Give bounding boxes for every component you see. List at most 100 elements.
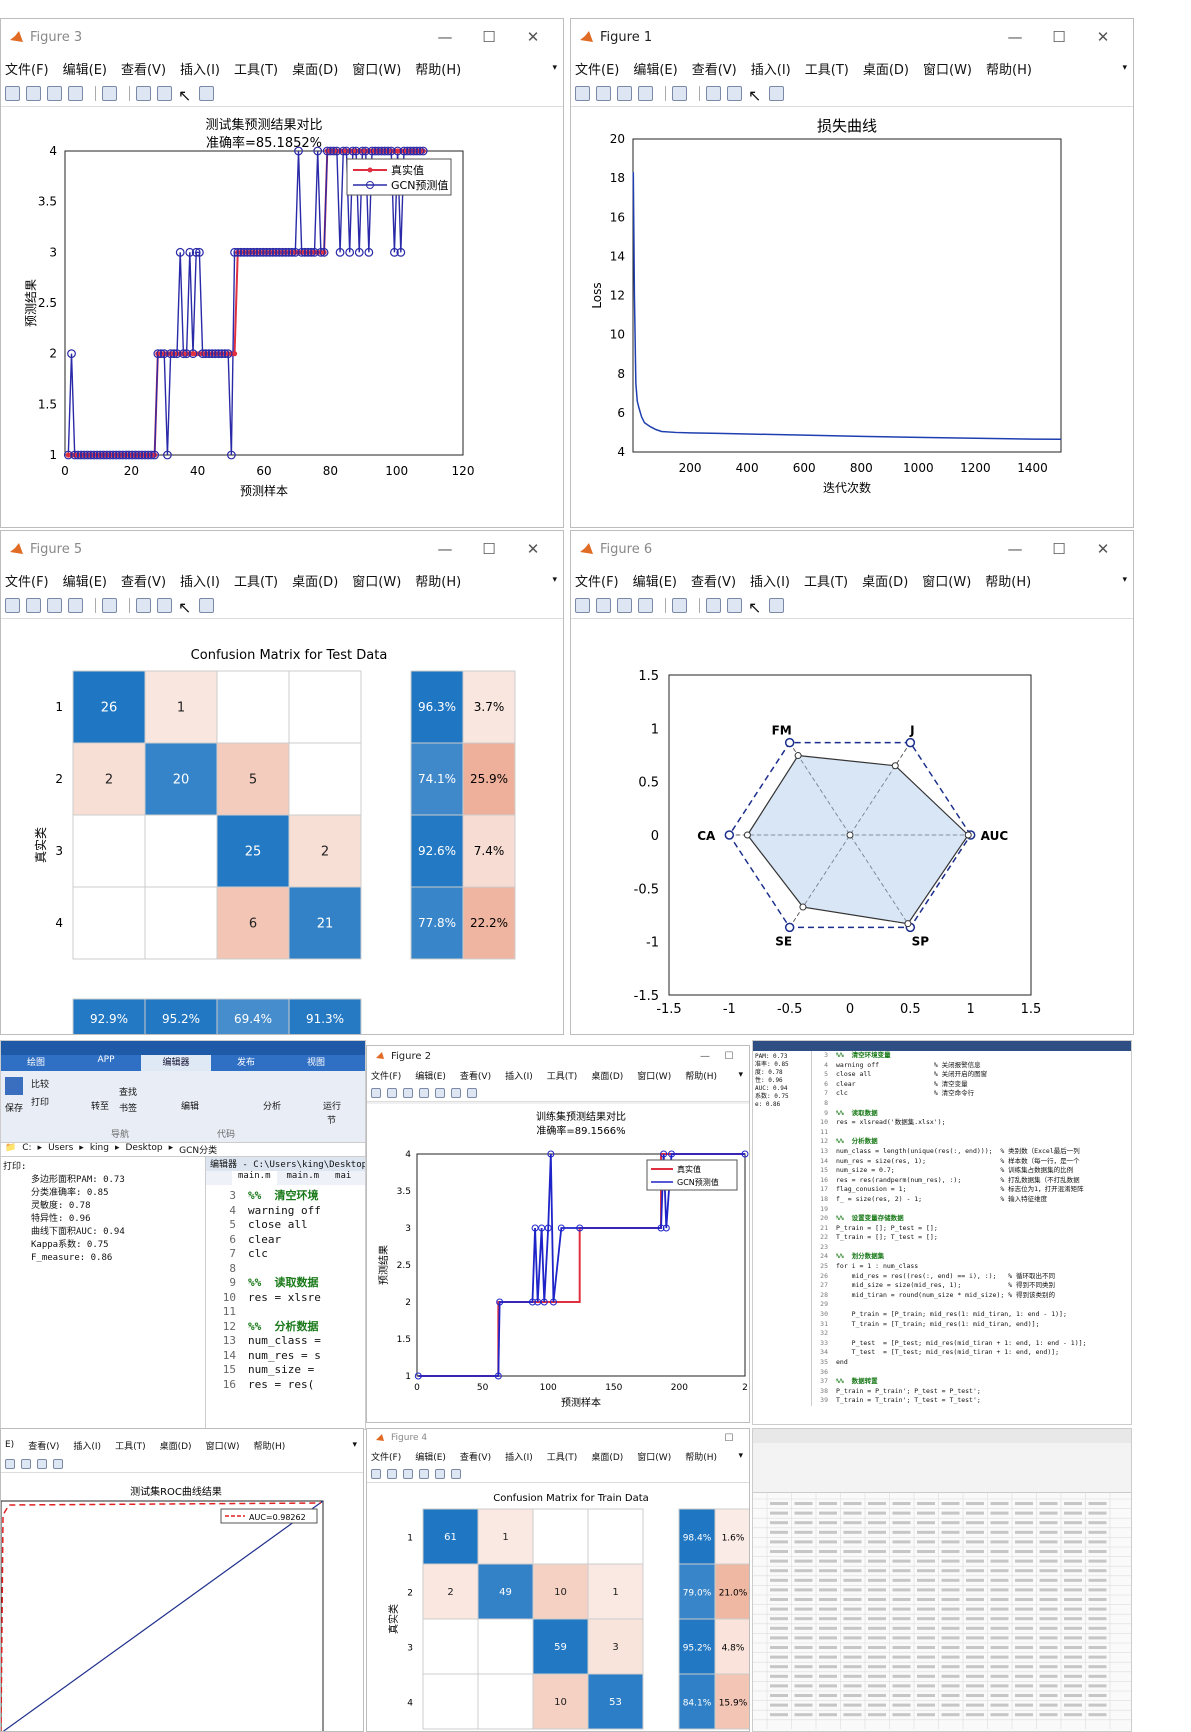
- code-text[interactable]: warning off: [248, 1204, 321, 1217]
- legend-icon[interactable]: [727, 86, 742, 101]
- code-text[interactable]: for i = 1 : num_class: [836, 1262, 918, 1270]
- code-line[interactable]: 10 res = xlsre: [206, 1291, 365, 1306]
- code-text[interactable]: f_ = size(res, 2) - 1; % 输入特征维度: [836, 1195, 1047, 1203]
- toolbar-toggle-icon[interactable]: ▾: [352, 1440, 357, 1450]
- new-figure-icon[interactable]: [5, 598, 20, 613]
- tab-plots[interactable]: 绘图: [1, 1055, 71, 1071]
- property-icon[interactable]: [199, 598, 214, 613]
- property-icon[interactable]: [769, 598, 784, 613]
- menu-item[interactable]: 窗口(W): [923, 59, 972, 78]
- menu-item[interactable]: 桌面(D): [591, 1069, 623, 1082]
- legend-icon[interactable]: [157, 598, 172, 613]
- titlebar[interactable]: Figure 6 — ☐ ✕: [571, 531, 1133, 567]
- code-text[interactable]: num_class =: [248, 1334, 321, 1347]
- maximize-icon[interactable]: ☐: [717, 1051, 741, 1062]
- code-lines-big[interactable]: 3 %% 清空环境变量 4 warning off % 关闭报警信息 5 close al…: [811, 1051, 1131, 1406]
- path-segment[interactable]: Users: [48, 1143, 73, 1156]
- code-line[interactable]: 5 close all: [206, 1218, 365, 1233]
- new-figure-icon[interactable]: [575, 86, 590, 101]
- code-line[interactable]: 38 P_train = P_train'; P_test = P_test';: [812, 1387, 1131, 1397]
- minimize-icon[interactable]: —: [993, 540, 1037, 558]
- code-line[interactable]: 19: [812, 1205, 1131, 1215]
- maximize-icon[interactable]: ☐: [467, 540, 511, 558]
- property-icon[interactable]: [53, 1458, 63, 1469]
- open-icon[interactable]: [596, 598, 611, 613]
- code-line[interactable]: 4 warning off % 关闭报警信息: [812, 1061, 1131, 1071]
- colorbar-icon[interactable]: [21, 1458, 31, 1469]
- menu-item[interactable]: 编辑(E): [63, 59, 107, 78]
- code-text[interactable]: P_train = P_train'; P_test = P_test';: [836, 1387, 981, 1395]
- menu-item[interactable]: 桌面(D): [160, 1439, 192, 1452]
- toolbar-toggle-icon[interactable]: ▾: [552, 63, 557, 73]
- save-icon[interactable]: [47, 598, 62, 613]
- code-text[interactable]: T_train = [T_train; mid_res(1: mid_tiran…: [836, 1320, 1040, 1328]
- tab-editor[interactable]: 编辑器: [141, 1055, 211, 1071]
- new-figure-icon[interactable]: [371, 1087, 381, 1098]
- new-figure-icon[interactable]: [371, 1468, 381, 1479]
- menu-item[interactable]: 窗口(W): [637, 1069, 671, 1082]
- menu-item[interactable]: 编辑(E): [415, 1069, 446, 1082]
- code-line[interactable]: 15 num_size =: [206, 1363, 365, 1378]
- titlebar[interactable]: Figure 2 — ☐: [367, 1046, 749, 1066]
- menu-item[interactable]: 工具(T): [547, 1450, 578, 1463]
- colorbar-icon[interactable]: [706, 598, 721, 613]
- code-line[interactable]: 34 T_test = [T_test; mid_res(mid_tiran +…: [812, 1348, 1131, 1358]
- address-bar[interactable]: 📁 C: ▸ Users ▸ king ▸ Desktop ▸ GCN分类: [1, 1143, 365, 1157]
- editor-tab-3[interactable]: mai: [329, 1171, 357, 1185]
- menu-item[interactable]: 文件(F): [371, 1450, 401, 1463]
- excel-window[interactable]: [752, 1428, 1132, 1732]
- menu-item[interactable]: 查看(V): [460, 1450, 491, 1463]
- code-text[interactable]: num_size =: [248, 1363, 314, 1376]
- menu-item[interactable]: 查看(V): [28, 1439, 59, 1452]
- code-text[interactable]: num_res = s: [248, 1349, 321, 1362]
- code-text[interactable]: close all: [248, 1218, 308, 1231]
- code-text[interactable]: P_train = []; P_test = [];: [836, 1224, 938, 1232]
- menu-item[interactable]: 编辑(E): [633, 571, 677, 590]
- close-icon[interactable]: ✕: [511, 540, 555, 558]
- menu-item[interactable]: 工具(T): [234, 571, 278, 590]
- minimize-icon[interactable]: —: [423, 28, 467, 46]
- menu-item[interactable]: 帮助(H): [985, 571, 1031, 590]
- code-editor-panel[interactable]: PAM: 0.73 准率: 0.85 度: 0.78 性: 0.96 AUC: 0.94…: [752, 1040, 1132, 1425]
- menu-item[interactable]: 桌面(D): [863, 59, 909, 78]
- code-line[interactable]: 14 num_res = size(res, 1); % 样本数（每一行，是一个: [812, 1157, 1131, 1167]
- menu-item[interactable]: 帮助(H): [986, 59, 1032, 78]
- code-line[interactable]: 5 close all % 关闭开启的图窗: [812, 1070, 1131, 1080]
- code-line[interactable]: 26 mid_res = res((res(:, end) == i), :);…: [812, 1272, 1131, 1282]
- menu-item[interactable]: 查看(V): [691, 571, 736, 590]
- menu-item[interactable]: 帮助(H): [253, 1439, 285, 1452]
- menu-item[interactable]: 窗口(W): [637, 1450, 671, 1463]
- code-line[interactable]: 16 res = res(: [206, 1378, 365, 1393]
- menu-item[interactable]: 文件(F): [575, 571, 619, 590]
- bookmark-button[interactable]: 书签: [119, 1101, 137, 1114]
- code-text[interactable]: %% 分析数据: [248, 1320, 319, 1333]
- goto-button[interactable]: 转至: [91, 1099, 109, 1112]
- colorbar-icon[interactable]: [706, 86, 721, 101]
- minimize-icon[interactable]: —: [993, 28, 1037, 46]
- code-text[interactable]: clc: [248, 1247, 268, 1260]
- new-figure-icon[interactable]: [575, 598, 590, 613]
- code-line[interactable]: 27 mid_size = size(mid_res, 1); % 得到不同类别: [812, 1281, 1131, 1291]
- menu-item[interactable]: 文件(F): [371, 1069, 401, 1082]
- legend-icon[interactable]: [157, 86, 172, 101]
- menu-item[interactable]: 编辑(E): [633, 59, 677, 78]
- code-text[interactable]: %% 清空环境变量: [836, 1051, 891, 1059]
- toolbar-toggle-icon[interactable]: ▾: [552, 575, 557, 585]
- code-text[interactable]: mid_tiran = round(num_size * mid_size); …: [836, 1291, 1055, 1299]
- print-icon[interactable]: [638, 598, 653, 613]
- print-icon[interactable]: [419, 1468, 429, 1479]
- code-text[interactable]: clc % 清空命令行: [836, 1089, 974, 1097]
- colorbar-icon[interactable]: [136, 86, 151, 101]
- menu-item[interactable]: 工具(T): [805, 59, 849, 78]
- print-icon[interactable]: [68, 598, 83, 613]
- code-line[interactable]: 21 P_train = []; P_test = [];: [812, 1224, 1131, 1234]
- menu-item[interactable]: 桌面(D): [292, 571, 338, 590]
- tab-view[interactable]: 视图: [281, 1055, 351, 1071]
- tab-publish[interactable]: 发布: [211, 1055, 281, 1071]
- code-line[interactable]: 37 %% 数据转置: [812, 1377, 1131, 1387]
- code-line[interactable]: 25 for i = 1 : num_class: [812, 1262, 1131, 1272]
- menu-item[interactable]: 桌面(D): [292, 59, 338, 78]
- property-icon[interactable]: [199, 86, 214, 101]
- menu-item[interactable]: 编辑(E): [415, 1450, 446, 1463]
- code-line[interactable]: 20 %% 设置变量存储数据: [812, 1214, 1131, 1224]
